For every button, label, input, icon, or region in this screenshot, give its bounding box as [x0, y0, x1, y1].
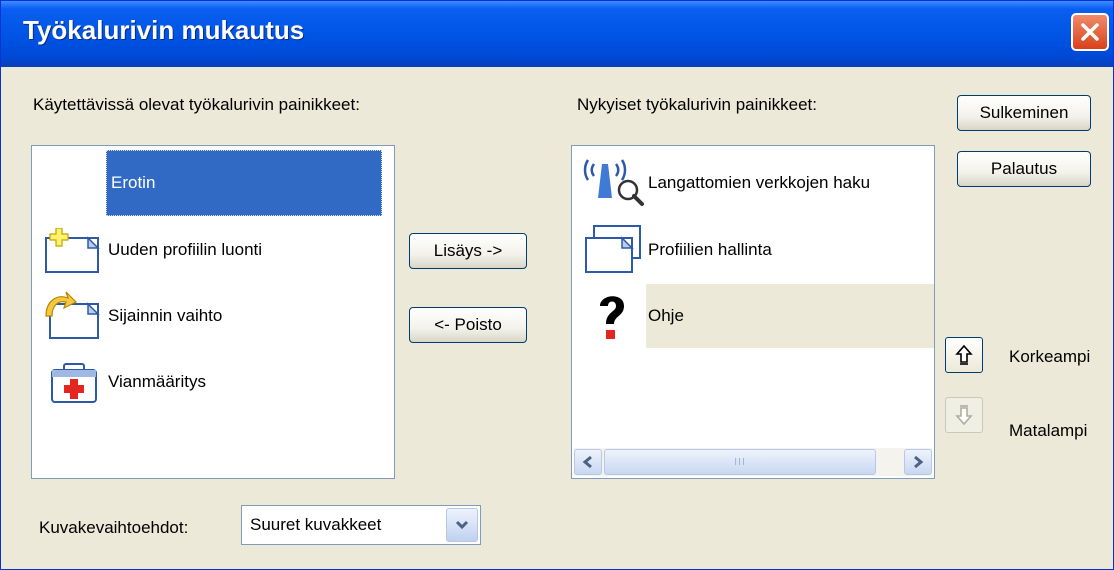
reset-button[interactable]: Palautus [957, 151, 1091, 187]
window-title: Työkalurivin mukautus [23, 15, 305, 45]
current-item-label: Ohje [648, 306, 684, 325]
selection-highlight [646, 284, 934, 348]
dropdown-button[interactable] [446, 508, 478, 542]
available-item-label: Sijainnin vaihto [108, 306, 223, 325]
diagnostics-icon [51, 363, 97, 403]
arrow-down-icon [955, 405, 973, 426]
available-item-switch-location[interactable]: Sijainnin vaihto [32, 284, 394, 348]
scroll-thumb[interactable]: III [604, 449, 876, 475]
chevron-down-icon [455, 520, 469, 530]
available-buttons-list[interactable]: Erotin Uuden profiilin luonti Sijainnin … [31, 145, 395, 479]
move-up-label[interactable]: Korkeampi [1009, 347, 1090, 367]
close-button[interactable]: Sulkeminen [957, 95, 1091, 131]
available-item-diagnostics[interactable]: Vianmääritys [32, 350, 394, 414]
current-buttons-list[interactable]: Langattomien verkkojen haku Profiilien h… [571, 145, 935, 479]
new-profile-icon [45, 228, 100, 273]
current-buttons-label: Nykyiset työkalurivin painikkeet: [577, 95, 817, 114]
scroll-left-button[interactable] [574, 449, 602, 475]
switch-location-icon [45, 291, 100, 339]
icon-options-select[interactable]: Suuret kuvakkeet [241, 505, 481, 545]
chevron-right-icon [914, 455, 924, 469]
available-item-separator[interactable]: Erotin [106, 150, 382, 216]
available-item-new-profile[interactable]: Uuden profiilin luonti [32, 218, 394, 282]
current-item-label: Langattomien verkkojen haku [648, 173, 871, 192]
icon-options-value: Suuret kuvakkeet [250, 515, 382, 534]
scroll-grip: III [734, 456, 746, 468]
help-icon [600, 296, 624, 339]
available-item-label: Uuden profiilin luonti [108, 240, 263, 259]
manage-profiles-icon [585, 225, 641, 273]
close-icon [1081, 23, 1099, 41]
close-window-button[interactable] [1071, 13, 1109, 51]
dialog-window: Työkalurivin mukautus Käytettävissä olev… [0, 0, 1114, 570]
dialog-body: Käytettävissä olevat työkalurivin painik… [5, 67, 1107, 565]
available-buttons-label: Käytettävissä olevat työkalurivin painik… [33, 95, 360, 114]
horizontal-scrollbar[interactable]: III [574, 448, 932, 476]
scroll-right-button[interactable] [904, 449, 932, 475]
icon-options-label: Kuvakevaihtoehdot: [39, 518, 189, 537]
move-up-button[interactable] [945, 337, 983, 373]
wireless-scan-icon [583, 159, 644, 206]
current-item-label: Profiilien hallinta [648, 240, 772, 259]
title-bar[interactable]: Työkalurivin mukautus [1, 1, 1113, 67]
chevron-left-icon [582, 455, 592, 469]
arrow-up-icon [955, 344, 973, 365]
move-down-label[interactable]: Matalampi [1009, 421, 1087, 441]
remove-button[interactable]: <- Poisto [409, 307, 527, 343]
add-button[interactable]: Lisäys -> [409, 233, 527, 269]
available-item-label: Erotin [111, 173, 156, 192]
available-item-label: Vianmääritys [108, 372, 206, 391]
current-item-wireless-scan[interactable]: Langattomien verkkojen haku [572, 150, 934, 216]
move-down-button[interactable] [945, 397, 983, 433]
current-item-manage-profiles[interactable]: Profiilien hallinta [572, 218, 934, 282]
current-item-help[interactable]: Ohje [572, 284, 934, 348]
